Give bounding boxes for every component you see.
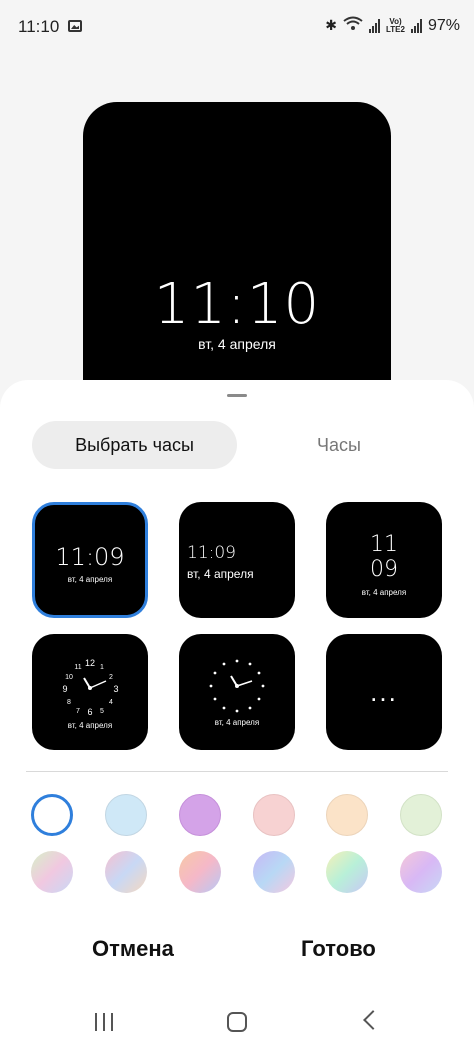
recent-apps-icon[interactable] [95,1013,113,1031]
clock-style-1-time: 11:09 [55,543,125,571]
svg-text:9: 9 [62,684,67,694]
status-bar: 11:10 ✱ Vo) LTE2 97% [0,0,474,56]
svg-text:6: 6 [87,707,92,717]
clock-style-more[interactable]: ... [326,634,442,750]
clock-style-1-date: вт, 4 апреля [67,575,113,584]
clock-style-2-date: вт, 4 апреля [187,567,254,581]
lte-icon: Vo) LTE2 [386,16,405,34]
divider [26,771,448,772]
home-icon[interactable] [227,1012,247,1032]
color-swatch-light-blue[interactable] [105,794,147,836]
svg-text:7: 7 [76,708,80,715]
back-icon[interactable] [363,1010,383,1030]
color-swatch-peach[interactable] [326,794,368,836]
clock-style-5-date: вт, 4 апреля [214,718,260,727]
analog-clock-numbers-icon: 12 3 6 9 1 2 4 5 7 8 10 11 [62,658,118,717]
svg-text:12: 12 [85,658,95,668]
preview-time: 11:10 [153,272,321,337]
navigation-bar [0,988,474,1053]
color-swatch-purple[interactable] [179,794,221,836]
color-swatch-gradient-5[interactable] [326,851,368,893]
tab-clock[interactable]: Часы [284,421,394,469]
battery-level: 97% [427,16,460,34]
signal-2-icon [410,18,422,33]
cancel-button[interactable]: Отмена [92,936,174,962]
clock-style-4-date: вт, 4 апреля [67,721,113,730]
color-swatch-gradient-6[interactable] [400,851,442,893]
svg-text:11: 11 [74,664,81,671]
svg-text:4: 4 [109,699,113,706]
preview-date: вт, 4 апреля [198,336,276,352]
svg-text:5: 5 [100,708,104,715]
tab-choose-clock[interactable]: Выбрать часы [32,421,237,469]
status-time: 11:10 [18,17,60,36]
clock-style-sheet: Выбрать часы Часы 11:09 вт, 4 апреля 11:… [0,380,474,1053]
bluetooth-icon: ✱ [325,17,337,33]
clock-style-3[interactable]: 11 09 вт, 4 апреля [326,502,442,618]
clock-style-5[interactable]: вт, 4 апреля [179,634,295,750]
color-swatch-gradient-4[interactable] [253,851,295,893]
svg-text:3: 3 [113,684,118,694]
color-swatch-white[interactable] [31,794,73,836]
clock-style-4[interactable]: 12 3 6 9 1 2 4 5 7 8 10 11 вт, 4 апреля [32,634,148,750]
clock-style-2[interactable]: 11:09 вт, 4 апреля [179,502,295,618]
clock-style-1[interactable]: 11:09 вт, 4 апреля [32,502,148,618]
image-icon [68,20,82,32]
clock-style-3-hour: 11 [370,532,398,557]
svg-text:10: 10 [65,674,73,681]
svg-text:8: 8 [67,699,71,706]
wifi-icon [343,16,363,35]
status-icons: ✱ Vo) LTE2 97% [325,16,460,35]
done-button[interactable]: Готово [301,936,376,962]
clock-style-2-time: 11:09 [187,543,236,563]
lockscreen-preview: 11:10 вт, 4 апреля [83,102,391,402]
signal-1-icon [369,18,380,33]
color-swatch-gradient-2[interactable] [105,851,147,893]
color-swatch-gradient-1[interactable] [31,851,73,893]
color-swatch-pink[interactable] [253,794,295,836]
more-icon: ... [370,677,398,707]
color-swatch-light-green[interactable] [400,794,442,836]
color-swatch-gradient-3[interactable] [179,851,221,893]
svg-text:1: 1 [100,664,104,671]
clock-style-3-date: вт, 4 апреля [361,588,407,597]
svg-text:2: 2 [109,674,113,681]
clock-style-3-minute: 09 [370,557,398,582]
sheet-handle[interactable] [227,394,247,397]
analog-clock-dots-icon [209,659,265,713]
